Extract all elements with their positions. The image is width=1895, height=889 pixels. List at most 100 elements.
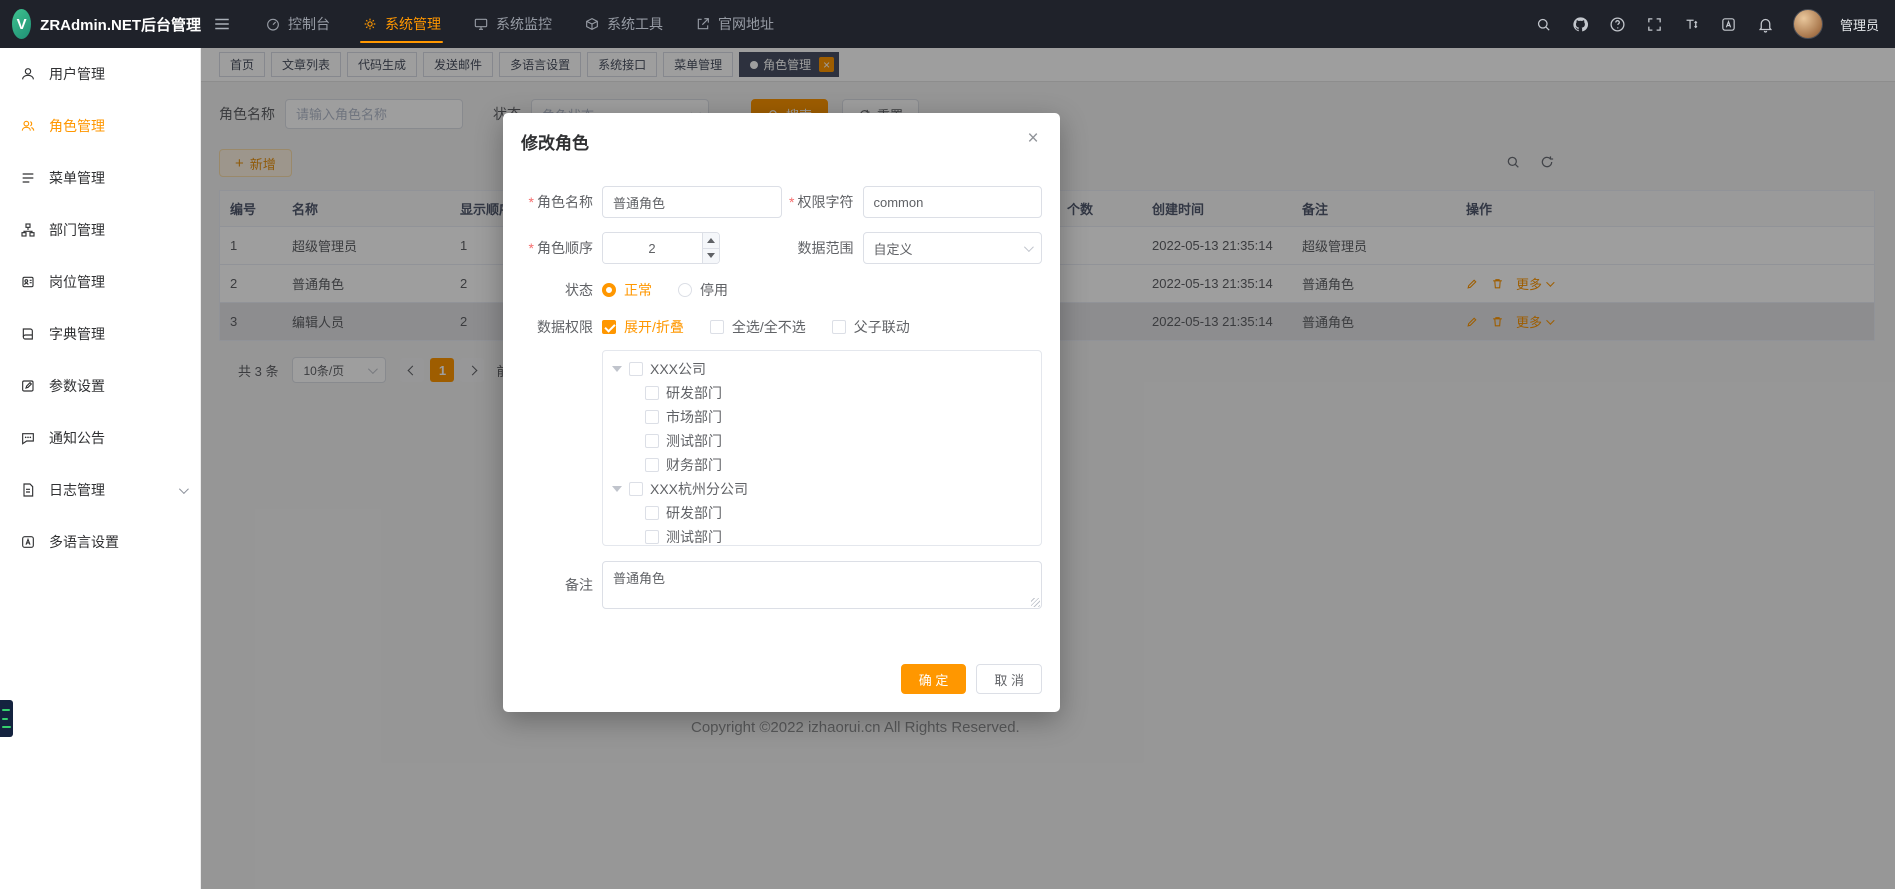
sidebar-item-dictionary[interactable]: 字典管理 xyxy=(0,308,200,360)
increment-button[interactable] xyxy=(703,233,719,249)
topnav-label: 官网地址 xyxy=(718,14,774,34)
logo-icon: V xyxy=(12,9,31,39)
tree-node-child[interactable]: 研发部门 xyxy=(603,501,1041,525)
tree-node-label: 研发部门 xyxy=(666,383,722,403)
sidebar-item-departments[interactable]: 部门管理 xyxy=(0,204,200,256)
data-scope-value: 自定义 xyxy=(874,239,913,258)
tree-checkbox[interactable] xyxy=(645,410,659,424)
tree-node-label: XXX公司 xyxy=(650,359,706,379)
required-star: * xyxy=(789,194,794,210)
sidebar-item-users[interactable]: 用户管理 xyxy=(0,48,200,100)
select-all-checkbox[interactable]: 全选/全不选 xyxy=(710,317,806,337)
tree-node-label: 测试部门 xyxy=(666,431,722,451)
bar-icon xyxy=(2,718,8,720)
caret-down-icon[interactable] xyxy=(612,486,622,492)
topnav-website[interactable]: 官网地址 xyxy=(679,0,790,48)
app-title: ZRAdmin.NET后台管理 xyxy=(40,14,201,35)
tree-node-root[interactable]: XXX公司 xyxy=(603,357,1041,381)
checkbox-icon xyxy=(710,320,724,334)
sidebar-item-label: 用户管理 xyxy=(49,64,105,84)
dialog-role-name-label: *角色名称 xyxy=(521,192,593,212)
remark-textarea[interactable]: 普通角色 xyxy=(602,561,1042,609)
parent-child-link-checkbox[interactable]: 父子联动 xyxy=(832,317,910,337)
expand-collapse-checkbox[interactable]: 展开/折叠 xyxy=(602,317,684,337)
topnav-console[interactable]: 控制台 xyxy=(249,0,346,48)
tree-node-child[interactable]: 研发部门 xyxy=(603,381,1041,405)
tree-checkbox[interactable] xyxy=(629,482,643,496)
topnav-system-management[interactable]: 系统管理 xyxy=(346,0,457,48)
dialog-title: 修改角色 xyxy=(521,129,1042,154)
hamburger-icon xyxy=(213,15,231,33)
header-actions: 管理员 xyxy=(1534,9,1895,39)
document-icon xyxy=(20,482,36,498)
sidebar-item-languages[interactable]: 多语言设置 xyxy=(0,516,200,568)
dialog-form: *角色名称 *权限字符 *角色顺序 xyxy=(521,186,1042,609)
status-normal-radio[interactable]: 正常 xyxy=(602,280,652,300)
sidebar-item-posts[interactable]: 岗位管理 xyxy=(0,256,200,308)
tree-node-child[interactable]: 测试部门 xyxy=(603,429,1041,453)
performance-widget[interactable] xyxy=(0,700,13,737)
github-icon[interactable] xyxy=(1571,14,1591,34)
tree-node-child[interactable]: 财务部门 xyxy=(603,453,1041,477)
status-disabled-radio[interactable]: 停用 xyxy=(678,280,728,300)
sidebar-item-roles[interactable]: 角色管理 xyxy=(0,100,200,152)
app-logo[interactable]: V ZRAdmin.NET后台管理 xyxy=(0,0,201,48)
close-icon[interactable]: × xyxy=(1022,127,1044,149)
topnav-label: 系统工具 xyxy=(607,14,663,34)
caret-up-icon xyxy=(707,238,715,243)
confirm-button[interactable]: 确 定 xyxy=(901,664,967,694)
tree-checkbox[interactable] xyxy=(645,434,659,448)
sidebar-item-parameters[interactable]: 参数设置 xyxy=(0,360,200,412)
chevron-down-icon xyxy=(1024,242,1034,252)
tree-node-child[interactable]: 测试部门 xyxy=(603,525,1041,546)
bar-icon xyxy=(2,726,11,728)
radio-icon xyxy=(678,283,692,297)
tree-node-label: 财务部门 xyxy=(666,455,722,475)
sidebar-item-label: 部门管理 xyxy=(49,220,105,240)
data-scope-select[interactable]: 自定义 xyxy=(863,232,1043,264)
resize-handle-icon[interactable] xyxy=(1031,598,1040,607)
sidebar-item-label: 岗位管理 xyxy=(49,272,105,292)
permission-tree: XXX公司 研发部门 市场部门 测试部门 xyxy=(602,350,1042,546)
dialog-remark-label: 备注 xyxy=(521,575,593,595)
gear-icon xyxy=(362,16,378,32)
dialog-status-label: 状态 xyxy=(521,280,593,300)
sidebar-item-logs[interactable]: 日志管理 xyxy=(0,464,200,516)
topnav-system-monitor[interactable]: 系统监控 xyxy=(457,0,568,48)
sidebar-item-menus[interactable]: 菜单管理 xyxy=(0,152,200,204)
search-icon[interactable] xyxy=(1534,14,1554,34)
sidebar-item-notices[interactable]: 通知公告 xyxy=(0,412,200,464)
tree-node-child[interactable]: 市场部门 xyxy=(603,405,1041,429)
language-icon[interactable] xyxy=(1719,14,1739,34)
tree-checkbox[interactable] xyxy=(645,506,659,520)
decrement-button[interactable] xyxy=(703,249,719,264)
topnav-system-tools[interactable]: 系统工具 xyxy=(568,0,679,48)
font-size-icon[interactable] xyxy=(1682,14,1702,34)
checkbox-label: 全选/全不选 xyxy=(732,317,806,337)
tree-checkbox[interactable] xyxy=(629,362,643,376)
caret-down-icon xyxy=(707,253,715,258)
sidebar-item-label: 日志管理 xyxy=(49,480,105,500)
stepper-controls xyxy=(702,233,719,263)
sidebar-item-label: 通知公告 xyxy=(49,428,105,448)
tree-checkbox[interactable] xyxy=(645,530,659,544)
help-icon[interactable] xyxy=(1608,14,1628,34)
top-nav: 控制台 系统管理 系统监控 系统工具 官网地址 xyxy=(249,0,790,48)
notification-bell-icon[interactable] xyxy=(1756,14,1776,34)
fullscreen-icon[interactable] xyxy=(1645,14,1665,34)
dialog-order-label: *角色顺序 xyxy=(521,238,593,258)
dialog-perm-input[interactable] xyxy=(863,186,1043,218)
topnav-label: 系统管理 xyxy=(385,14,441,34)
dashboard-icon xyxy=(265,16,281,32)
dialog-role-name-input[interactable] xyxy=(602,186,782,218)
caret-down-icon[interactable] xyxy=(612,366,622,372)
sidebar-toggle-button[interactable] xyxy=(201,0,243,48)
tree-checkbox[interactable] xyxy=(645,458,659,472)
toolbox-icon xyxy=(584,16,600,32)
cancel-button[interactable]: 取 消 xyxy=(976,664,1042,694)
tree-node-root[interactable]: XXX杭州分公司 xyxy=(603,477,1041,501)
checkbox-icon xyxy=(602,320,616,334)
user-avatar[interactable] xyxy=(1793,9,1823,39)
tree-checkbox[interactable] xyxy=(645,386,659,400)
chevron-down-icon xyxy=(179,484,189,494)
